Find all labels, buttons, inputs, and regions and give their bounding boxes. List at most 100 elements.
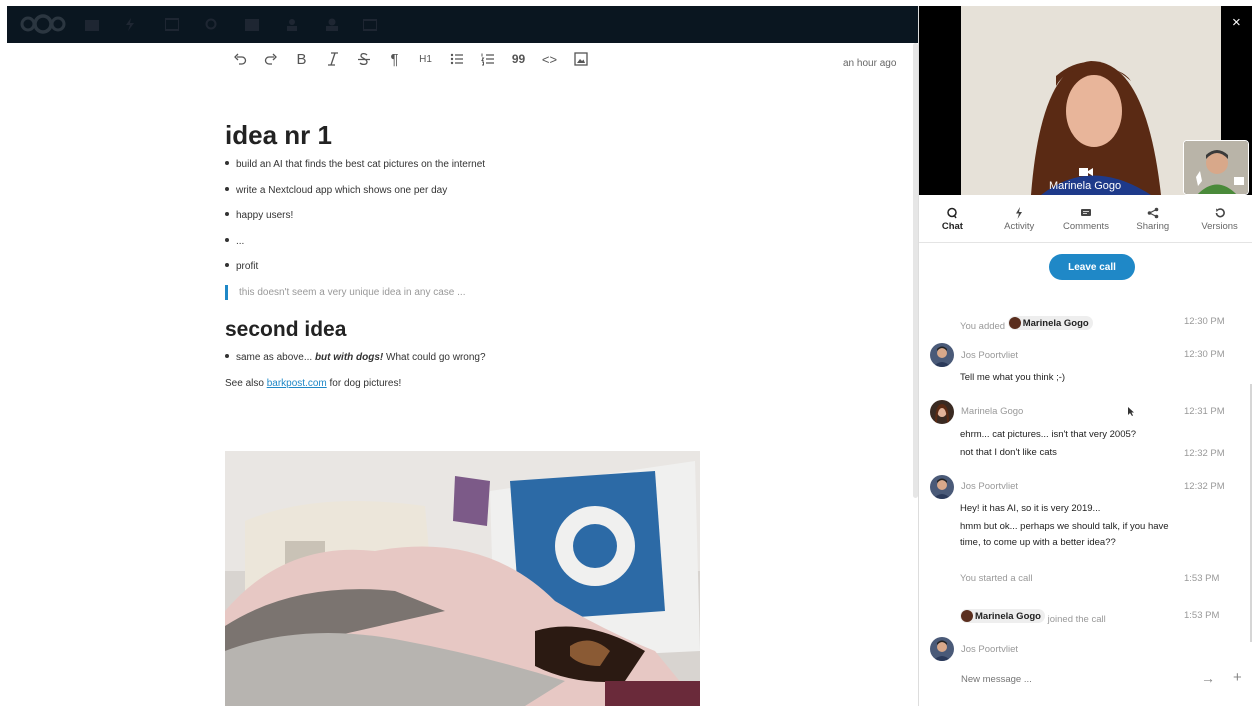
system-message: You added Marinela Gogo <box>960 316 1093 332</box>
user-mention[interactable]: Marinela Gogo <box>960 609 1045 623</box>
image-icon <box>573 52 588 66</box>
message-text: Tell me what you think ;-) <box>960 372 1066 383</box>
tab-label: Comments <box>1063 221 1109 232</box>
blockquote: this doesn't seem a very unique idea in … <box>225 285 465 300</box>
dog-photo <box>225 451 700 706</box>
comments-icon <box>1053 207 1120 221</box>
add-attachment-icon[interactable]: + <box>1233 669 1242 686</box>
last-saved-status: an hour ago <box>843 58 897 69</box>
leave-call-button[interactable]: Leave call <box>1049 254 1135 280</box>
code-block-button[interactable]: <> <box>534 48 565 70</box>
message-timestamp: 1:53 PM <box>1184 573 1220 584</box>
bullet-list-button[interactable] <box>441 48 472 70</box>
list-item: happy users! <box>225 210 293 221</box>
message-text: hmm but ok... perhaps we should talk, if… <box>960 521 1169 548</box>
files-app-icon[interactable] <box>85 18 99 31</box>
message-timestamp: 12:31 PM <box>1184 406 1225 417</box>
mail-app-icon[interactable] <box>362 18 378 31</box>
blockquote-button[interactable]: 99 <box>503 48 534 70</box>
message-timestamp: 1:53 PM <box>1184 610 1220 621</box>
tabs-divider <box>919 242 1252 243</box>
paragraph-text: See also <box>225 378 267 389</box>
barkpost-link[interactable]: barkpost.com <box>267 378 327 389</box>
mention-name: Marinela Gogo <box>975 610 1041 622</box>
list-item-text: What could go wrong? <box>383 352 486 363</box>
redo-icon <box>264 53 277 65</box>
calendar-app-icon[interactable] <box>245 18 259 31</box>
system-message-text: joined the call <box>1047 614 1106 625</box>
tab-comments[interactable]: Comments <box>1053 204 1120 242</box>
system-message: Marinela Gogo joined the call <box>960 609 1106 625</box>
document-heading-1: idea nr 1 <box>225 120 332 150</box>
activity-app-icon[interactable] <box>123 18 137 31</box>
mention-name: Marinela Gogo <box>1022 317 1089 329</box>
message-timestamp: 12:32 PM <box>1184 448 1225 459</box>
mouse-cursor-icon <box>1128 407 1134 416</box>
new-message-input[interactable] <box>961 674 1191 685</box>
gallery-app-icon[interactable] <box>164 18 180 31</box>
tab-chat[interactable]: Chat <box>919 204 986 243</box>
document-heading-2: second idea <box>225 318 347 341</box>
message-text: ehrm... cat pictures... isn't that very … <box>960 429 1137 440</box>
list-item: ... <box>225 236 244 247</box>
insert-image-button[interactable] <box>565 48 596 70</box>
activity-icon <box>986 207 1053 221</box>
tab-versions[interactable]: Versions <box>1186 204 1252 242</box>
close-sidebar-button[interactable]: × <box>1232 14 1241 31</box>
paragraph-button[interactable]: ¶ <box>379 48 410 70</box>
contacts-app-icon[interactable] <box>285 18 299 31</box>
avatar[interactable] <box>930 475 954 499</box>
message-author: Jos Poortvliet <box>961 644 1019 655</box>
list-item: profit <box>225 261 258 272</box>
avatar[interactable] <box>930 400 954 424</box>
message-author: Jos Poortvliet <box>961 481 1019 492</box>
list-item: same as above... but with dogs! What cou… <box>225 352 486 363</box>
list-item-text: same as above... <box>236 352 315 363</box>
tab-label: Sharing <box>1136 221 1170 232</box>
user-avatar <box>961 610 973 622</box>
video-call-area: Marinela Gogo × <box>919 6 1252 195</box>
paragraph: See also barkpost.com for dog pictures! <box>225 378 401 389</box>
avatar[interactable] <box>930 343 954 367</box>
italic-icon <box>327 52 338 66</box>
send-icon[interactable]: → <box>1201 670 1215 686</box>
participant-name: Marinela Gogo <box>1049 180 1122 192</box>
bold-button[interactable]: B <box>286 48 317 70</box>
tab-label: Versions <box>1201 221 1238 232</box>
numbered-list-icon <box>480 53 494 66</box>
message-author: Marinela Gogo <box>961 406 1024 417</box>
italic-button[interactable] <box>317 48 348 70</box>
emphasis-text: but with dogs! <box>314 352 384 363</box>
tab-sharing[interactable]: Sharing <box>1119 204 1186 242</box>
system-message-text: You added <box>960 321 1006 332</box>
message-timestamp: 12:30 PM <box>1184 316 1225 327</box>
chat-icon <box>919 207 986 221</box>
versions-icon <box>1186 207 1252 221</box>
user-avatar <box>1008 317 1021 329</box>
system-message: You started a call <box>960 573 1033 584</box>
message-text: not that I don't like cats <box>960 447 1057 458</box>
talk-sidebar: Marinela Gogo × Chat Activity Comments S… <box>918 6 1252 706</box>
message-timestamp: 12:32 PM <box>1184 481 1225 492</box>
user-mention[interactable]: Marinela Gogo <box>1007 316 1093 330</box>
bullet-list-icon <box>450 53 463 65</box>
message-text: Hey! it has AI, so it is very 2019... <box>960 503 1101 514</box>
heading-button[interactable]: H1 <box>410 48 441 70</box>
numbered-list-button[interactable] <box>472 48 503 70</box>
sidebar-tabs: Chat Activity Comments Sharing Versions <box>919 204 1252 243</box>
strikethrough-button[interactable] <box>348 48 379 70</box>
avatar[interactable] <box>930 637 954 661</box>
user-app-icon[interactable] <box>325 18 339 31</box>
undo-icon <box>233 53 246 65</box>
tab-label: Activity <box>1004 221 1035 232</box>
strikethrough-icon <box>357 52 370 66</box>
editor-toolbar: B ¶ H1 99 <> <box>224 48 596 70</box>
self-video[interactable] <box>1183 140 1249 195</box>
undo-button[interactable] <box>224 48 255 70</box>
redo-button[interactable] <box>255 48 286 70</box>
tab-label: Chat <box>941 221 963 232</box>
message-author: Jos Poortvliet <box>961 350 1019 361</box>
tab-activity[interactable]: Activity <box>986 204 1053 242</box>
nextcloud-logo-icon[interactable] <box>19 14 67 39</box>
search-app-icon[interactable] <box>205 18 219 31</box>
